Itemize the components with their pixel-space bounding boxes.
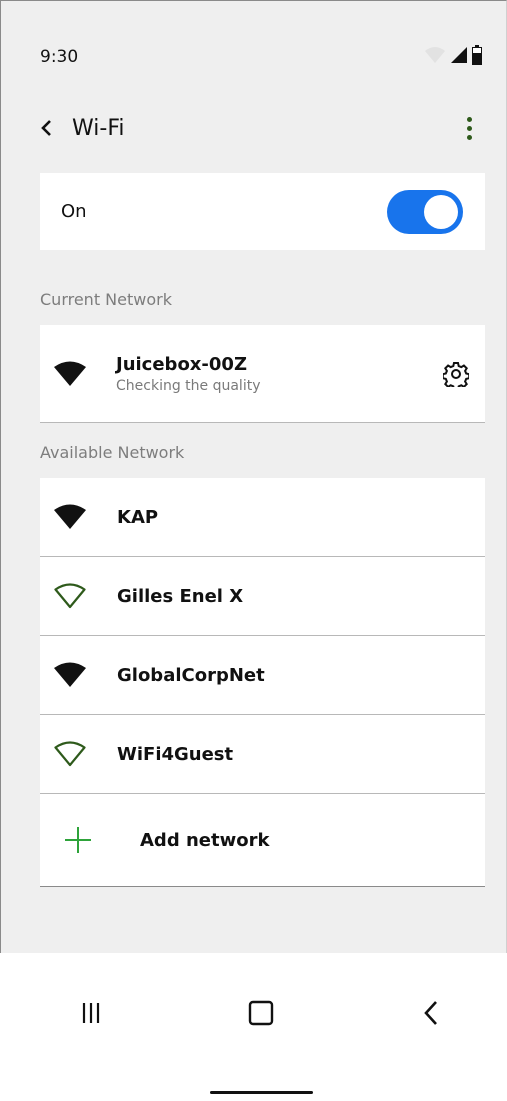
status-icons: [424, 45, 482, 69]
current-network-row[interactable]: Juicebox-00Z Checking the quality: [40, 325, 485, 423]
status-time: 9:30: [40, 47, 79, 67]
network-row-globalcorpnet[interactable]: GlobalCorpNet: [40, 636, 485, 715]
wifi-outline-icon: [51, 739, 89, 769]
back-icon[interactable]: [418, 993, 444, 1033]
network-row-gilles-enel-x[interactable]: Gilles Enel X: [40, 557, 485, 636]
network-row-kap[interactable]: KAP: [40, 478, 485, 557]
system-navigation-bar: [0, 953, 507, 1101]
add-network-row[interactable]: Add network: [40, 794, 485, 887]
network-name: GlobalCorpNet: [117, 664, 265, 686]
page-title: Wi-Fi: [72, 115, 125, 141]
wifi-toggle-switch[interactable]: [387, 189, 463, 234]
status-bar: 9:30: [40, 44, 482, 70]
home-icon[interactable]: [245, 993, 277, 1033]
current-network-heading: Current Network: [40, 290, 172, 309]
cellular-signal-icon: [450, 46, 468, 68]
gear-icon[interactable]: [441, 359, 471, 389]
plus-icon: [63, 825, 93, 855]
wifi-filled-icon: [51, 660, 89, 690]
wifi-filled-icon: [51, 502, 89, 532]
wifi-signal-icon: [424, 46, 446, 68]
wifi-filled-icon: [51, 359, 89, 389]
more-vert-icon[interactable]: [459, 113, 479, 143]
network-name: Gilles Enel X: [117, 585, 244, 607]
network-name: KAP: [117, 506, 159, 528]
app-header: Wi-Fi: [40, 110, 479, 146]
toggle-knob: [424, 194, 458, 229]
current-network-status: Checking the quality: [116, 377, 261, 394]
home-indicator[interactable]: [210, 1091, 313, 1094]
current-network-text: Juicebox-00Z Checking the quality: [116, 354, 441, 394]
network-row-wifi4guest[interactable]: WiFi4Guest: [40, 715, 485, 794]
recents-icon[interactable]: [76, 993, 106, 1033]
available-network-heading: Available Network: [40, 443, 185, 462]
wifi-toggle-label: On: [61, 201, 87, 222]
add-network-label: Add network: [140, 829, 270, 851]
chevron-left-icon[interactable]: [40, 117, 58, 139]
wifi-outline-icon: [51, 581, 89, 611]
current-network-name: Juicebox-00Z: [116, 353, 247, 375]
header-left: Wi-Fi: [40, 116, 125, 141]
network-name: WiFi4Guest: [117, 743, 234, 765]
battery-icon: [472, 45, 482, 69]
wifi-toggle-card: On: [40, 173, 485, 250]
